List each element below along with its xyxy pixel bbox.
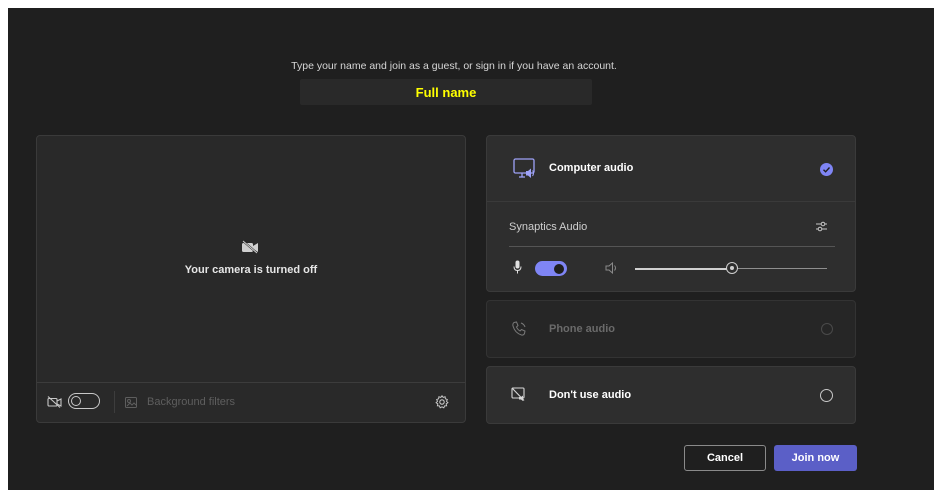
camera-off-icon — [47, 396, 62, 408]
device-divider — [509, 246, 835, 247]
no-audio-radio[interactable] — [820, 389, 833, 402]
no-audio-icon — [511, 387, 525, 401]
gear-icon[interactable] — [435, 395, 449, 409]
volume-level — [635, 267, 731, 270]
cancel-button[interactable]: Cancel — [684, 445, 766, 471]
camera-off-icon — [242, 240, 258, 254]
full-name-input[interactable] — [300, 79, 592, 105]
phone-audio-radio[interactable] — [821, 323, 833, 335]
phone-icon — [512, 321, 526, 336]
phone-audio-option[interactable]: Phone audio — [486, 300, 856, 358]
camera-preview: Your camera is turned off Background fil… — [36, 135, 466, 423]
device-settings-icon[interactable] — [815, 220, 828, 233]
join-now-button[interactable]: Join now — [774, 445, 857, 471]
phone-audio-label: Phone audio — [549, 323, 615, 335]
background-filters-label: Background filters — [147, 396, 236, 408]
microphone-icon — [513, 260, 522, 274]
camera-toolbar: Background filters — [37, 382, 465, 422]
toggle-knob — [71, 395, 81, 406]
microphone-toggle[interactable] — [535, 261, 567, 276]
volume-slider-thumb[interactable] — [726, 262, 738, 274]
toolbar-divider — [114, 391, 115, 413]
background-filters-icon — [125, 397, 137, 408]
computer-audio-icon — [513, 158, 535, 178]
computer-audio-option[interactable]: Computer audio Synaptics Audio — [486, 135, 856, 292]
computer-audio-label: Computer audio — [549, 162, 634, 174]
toggle-knob — [554, 263, 564, 274]
speaker-icon — [605, 262, 616, 274]
join-prompt: Type your name and join as a guest, or s… — [291, 60, 617, 72]
selected-check-icon — [820, 163, 833, 176]
camera-toggle[interactable] — [68, 393, 100, 409]
no-audio-option[interactable]: Don't use audio — [486, 366, 856, 424]
no-audio-label: Don't use audio — [549, 389, 632, 401]
computer-audio-header[interactable]: Computer audio — [487, 136, 855, 202]
join-screen: Type your name and join as a guest, or s… — [8, 8, 934, 490]
audio-device-name: Synaptics Audio — [509, 221, 588, 233]
camera-status: Your camera is turned off — [184, 264, 318, 276]
